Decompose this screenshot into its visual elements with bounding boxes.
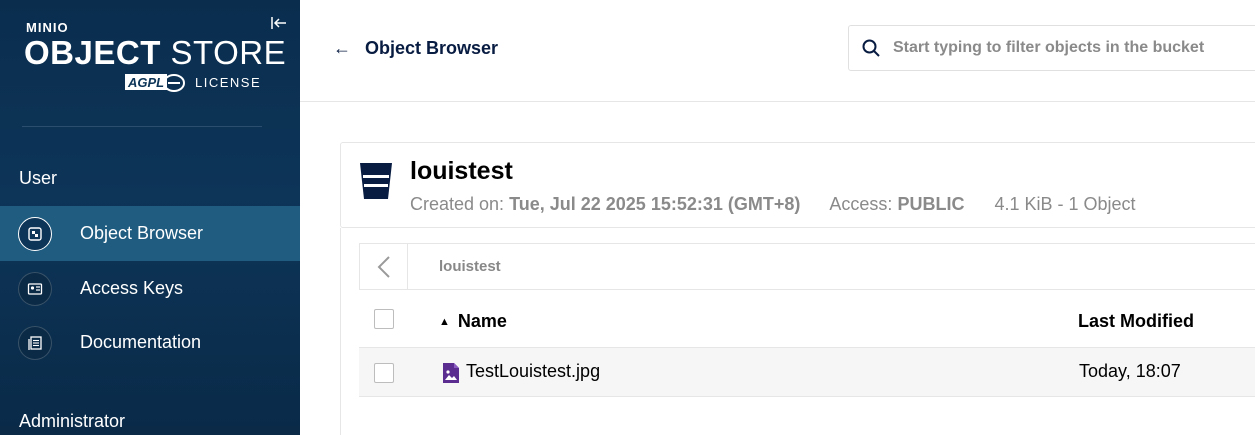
bucket-info-card: louistest Created on: Tue, Jul 22 2025 1… (340, 142, 1255, 228)
object-browser-panel: louistest ▲ Name Last Modified TestLouis… (340, 228, 1255, 435)
svg-text:AGPL: AGPL (127, 75, 164, 90)
bucket-name: louistest (410, 157, 513, 185)
file-name: TestLouistest.jpg (466, 361, 601, 381)
section-label-user: User (19, 168, 58, 188)
id-card-icon (18, 271, 52, 306)
column-header-last-modified[interactable]: Last Modified (1078, 311, 1194, 332)
chevron-left-icon (377, 255, 390, 278)
product-title: OBJECT STORE (24, 34, 286, 72)
access-label: Access: (829, 194, 893, 214)
sidebar-item-documentation[interactable]: Documentation (0, 315, 300, 370)
product-title-bold: OBJECT (24, 34, 161, 71)
bucket-browser-icon (18, 216, 52, 251)
search-input[interactable] (893, 36, 1255, 60)
page-title: Object Browser (365, 38, 499, 58)
product-title-thin: STORE (170, 34, 287, 71)
table-row[interactable]: TestLouistest.jpg Today, 18:07 (359, 348, 1255, 397)
section-label-administrator: Administrator (19, 411, 126, 431)
arrow-left-icon: ← (333, 38, 351, 58)
collapse-sidebar-icon[interactable] (270, 14, 288, 32)
license-label: LICENSE (195, 75, 262, 90)
bucket-meta: Created on: Tue, Jul 22 2025 15:52:31 (G… (410, 194, 1136, 215)
agpl-badge-icon: AGPL (125, 74, 185, 92)
created-label: Created on: (410, 194, 505, 214)
path-back-button[interactable] (360, 244, 408, 289)
image-file-icon (443, 363, 459, 383)
sidebar-item-label: Access Keys (80, 278, 184, 298)
sidebar-item-label: Documentation (80, 332, 202, 352)
back-to-object-browser-link[interactable]: ← Object Browser (333, 38, 498, 59)
file-last-modified: Today, 18:07 (1079, 361, 1181, 381)
sidebar-item-access-keys[interactable]: Access Keys (0, 261, 300, 316)
search-icon (862, 39, 880, 57)
access-value: PUBLIC (897, 194, 965, 214)
sidebar-divider (22, 126, 262, 127)
breadcrumb-path[interactable]: louistest (439, 258, 501, 275)
sidebar-item-object-browser[interactable]: Object Browser (0, 206, 300, 261)
sidebar-item-label: Object Browser (80, 223, 204, 243)
sort-ascending-icon: ▲ (439, 315, 450, 328)
sidebar: MINIO OBJECT STORE AGPL LICENSE User Obj… (0, 0, 300, 435)
bucket-size-summary: 4.1 KiB - 1 Object (994, 194, 1136, 214)
minio-logo: MINIO (26, 20, 69, 35)
row-checkbox[interactable] (374, 363, 394, 383)
breadcrumb: louistest (359, 243, 1255, 290)
created-value: Tue, Jul 22 2025 15:52:31 (GMT+8) (509, 194, 801, 214)
select-all-checkbox[interactable] (374, 309, 394, 329)
table-header: ▲ Name Last Modified (359, 290, 1255, 348)
column-header-name[interactable]: ▲ Name (439, 311, 507, 332)
top-bar: ← Object Browser (300, 0, 1255, 102)
column-header-name-label: Name (457, 311, 507, 331)
search-box[interactable] (848, 25, 1255, 71)
bucket-icon (360, 163, 392, 199)
document-icon (18, 325, 52, 360)
